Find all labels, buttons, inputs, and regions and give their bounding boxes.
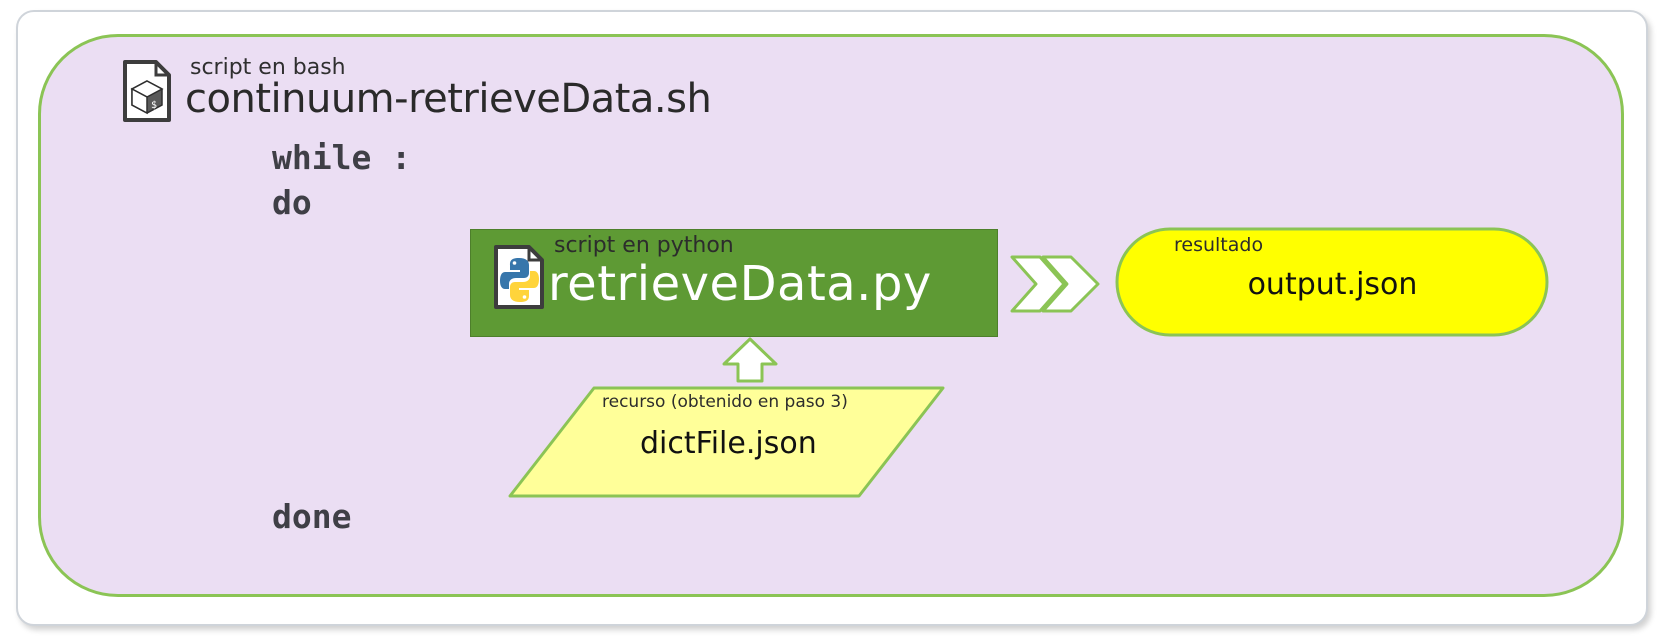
up-arrow-icon [722, 337, 778, 383]
resource-kind-label: recurso (obtenido en paso 3) [602, 392, 848, 412]
diagram-connectors [508, 227, 1549, 498]
result-name: output.json [1247, 267, 1418, 302]
result-kind-label: resultado [1174, 234, 1264, 256]
resource-name: dictFile.json [640, 426, 817, 461]
